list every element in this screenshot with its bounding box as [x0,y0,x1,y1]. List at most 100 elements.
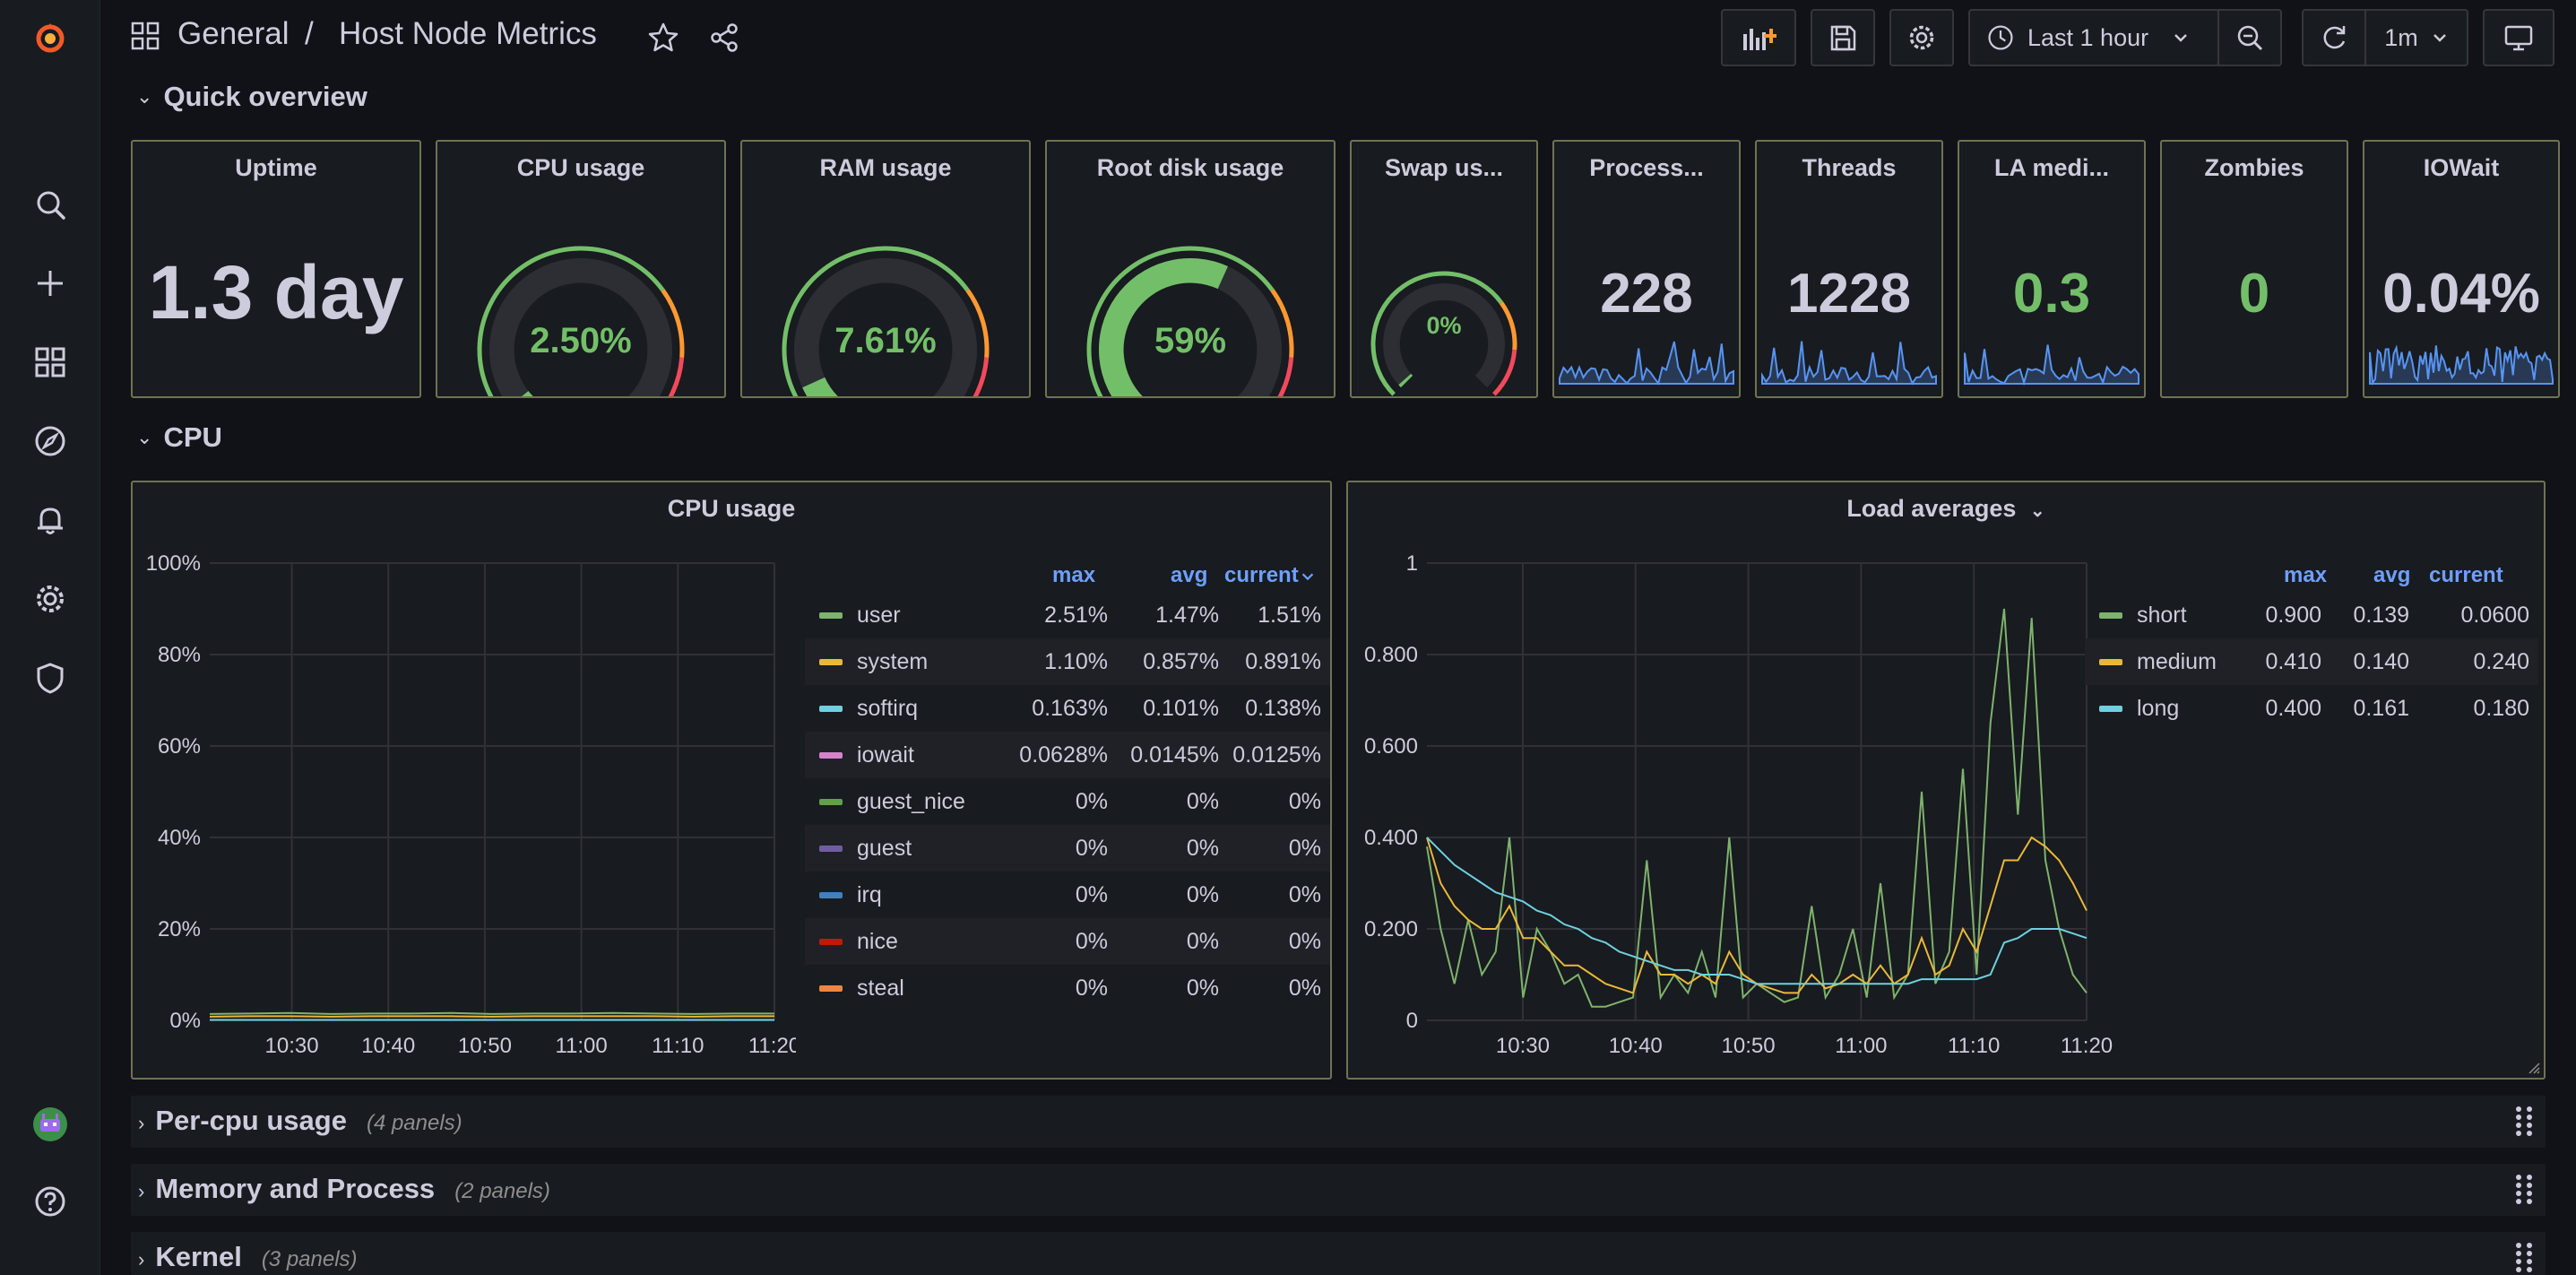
help-icon[interactable] [23,1175,77,1228]
add-panel-button[interactable] [1721,9,1796,66]
chevron-down-icon: ⌄ [136,426,153,448]
legend-series-name[interactable]: iowait [857,742,914,768]
legend-value-current: 0% [1288,789,1321,814]
load-legend: max avg current short 0.900 0.139 0.0600 med… [1348,482,2544,1078]
dashboards-icon[interactable] [23,335,77,389]
row-per-cpu-usage[interactable]: › Per-cpu usage (4 panels) [131,1096,2546,1148]
gear-icon [1909,25,1934,50]
legend-swatch[interactable] [819,659,843,665]
dashboard-settings-button[interactable] [1889,9,1954,66]
refresh-button[interactable] [2302,9,2366,66]
stat-panel-uptime[interactable]: Uptime 1.3 day [131,140,421,398]
shield-icon[interactable] [23,651,77,705]
row-cpu[interactable]: ⌄ CPU [136,421,222,454]
dashboard-grid-icon [131,22,160,50]
stat-panel-zombies[interactable]: Zombies 0 [2160,140,2348,398]
legend-swatch[interactable] [819,706,843,712]
drag-handle-icon[interactable] [2513,1173,2535,1207]
gauge-value: 0% [1426,312,1462,339]
stat-panel-la-medium[interactable]: LA medi... 0.3 [1958,140,2146,398]
sparkline-series [1761,341,1937,386]
legend-series-name[interactable]: softirq [857,696,918,722]
legend-value-current: 0% [1288,882,1321,907]
breadcrumb-folder[interactable]: General [177,16,290,52]
gauge-panel-cpu[interactable]: CPU usage 2.50% [436,140,726,398]
legend-value-current: 0% [1288,836,1321,861]
explore-icon[interactable] [23,414,77,468]
zoom-out-button[interactable] [2217,9,2282,66]
time-range-picker[interactable]: Last 1 hour [1968,9,2219,66]
row-panel-count: (2 panels) [454,1179,550,1203]
tv-mode-button[interactable] [2483,9,2554,66]
dashboard-main: General / Host Node Metrics Last 1 hour … [100,0,2576,1275]
legend-header-max[interactable]: max [2284,563,2327,588]
legend-swatch[interactable] [2099,706,2122,712]
row-title: Quick overview [163,81,367,112]
cpu-legend: max avg current user 2.51% 1.47% 1.51% syste… [133,482,1330,1078]
legend-header-avg[interactable]: avg [2373,563,2410,588]
panel-title: Zombies [2204,154,2304,181]
stat-panel-threads[interactable]: Threads 1228 [1755,140,1943,398]
legend-swatch[interactable] [2099,612,2122,619]
share-icon[interactable] [708,22,740,54]
gauge-panel-disk[interactable]: Root disk usage 59% [1045,140,1336,398]
stat-panel-iowait[interactable]: IOWait 0.04% [2363,140,2560,398]
graph-panel-load-averages[interactable]: Load averages ⌄ 0 0.200 0.400 0.600 0.800 1 10… [1346,481,2546,1080]
legend-series-name[interactable]: irq [857,882,882,908]
chevron-down-icon: ⌄ [136,85,153,108]
monitor-icon [2504,25,2533,51]
legend-series-name[interactable]: guest_nice [857,789,965,815]
star-icon[interactable] [647,22,679,54]
row-quick-overview[interactable]: ⌄ Quick overview [136,81,367,113]
logo-icon[interactable] [23,11,77,65]
legend-header-current[interactable]: current [1224,563,1299,588]
save-dashboard-button[interactable] [1811,9,1875,66]
gear-icon[interactable] [23,572,77,626]
legend-swatch[interactable] [819,752,843,759]
legend-series-name[interactable]: nice [857,929,898,955]
chevron-right-icon: › [138,1248,145,1271]
legend-series-name[interactable]: guest [857,836,912,862]
sparkline-series [1964,344,2139,386]
legend-series-name[interactable]: long [2137,696,2179,722]
legend-series-name[interactable]: system [857,649,928,675]
graph-panel-cpu-usage[interactable]: CPU usage 0% 20% 40% 60% 80% 100% 10:30 10:40 10… [131,481,1332,1080]
legend-value-current: 0.240 [2473,649,2529,674]
legend-header-current[interactable]: current [2429,563,2503,588]
resize-handle-icon[interactable] [2528,1062,2540,1074]
threads-sparkline [1761,341,1937,386]
legend-value-current: 1.51% [1258,603,1321,628]
drag-handle-icon[interactable] [2513,1105,2535,1139]
legend-series-name[interactable]: steal [857,976,904,1002]
row-title: CPU [163,421,222,453]
drag-handle-icon[interactable] [2513,1241,2535,1275]
legend-swatch[interactable] [819,612,843,619]
alerting-icon[interactable] [23,493,77,547]
page-title[interactable]: Host Node Metrics [339,16,597,52]
clock-icon [1988,25,2013,50]
search-icon[interactable] [23,178,77,231]
refresh-interval-picker[interactable]: 1m [2364,9,2468,66]
stat-panel-processes[interactable]: Process... 228 [1552,140,1741,398]
legend-swatch[interactable] [819,799,843,805]
gauge-value: 59% [1154,321,1227,360]
plus-icon[interactable] [23,256,77,310]
row-kernel[interactable]: › Kernel (3 panels) [131,1232,2546,1275]
legend-value-current: 0.180 [2473,696,2529,721]
legend-swatch[interactable] [819,846,843,852]
legend-swatch[interactable] [819,892,843,898]
legend-swatch[interactable] [2099,659,2122,665]
legend-header-avg[interactable]: avg [1171,563,1207,588]
row-memory-and-process[interactable]: › Memory and Process (2 panels) [131,1164,2546,1216]
gauge-panel-swap[interactable]: Swap us... 0% [1350,140,1538,398]
legend-value-current: 0% [1288,929,1321,954]
gauge-panel-ram[interactable]: RAM usage 7.61% [740,140,1031,398]
legend-value-current: 0.138% [1245,696,1321,721]
add-panel-icon [1743,29,1776,50]
legend-header-max[interactable]: max [1052,563,1095,588]
legend-swatch[interactable] [819,985,843,992]
avatar[interactable] [23,1097,77,1151]
legend-series-name[interactable]: user [857,603,901,629]
legend-swatch[interactable] [819,939,843,945]
chevron-right-icon: › [138,1112,145,1134]
